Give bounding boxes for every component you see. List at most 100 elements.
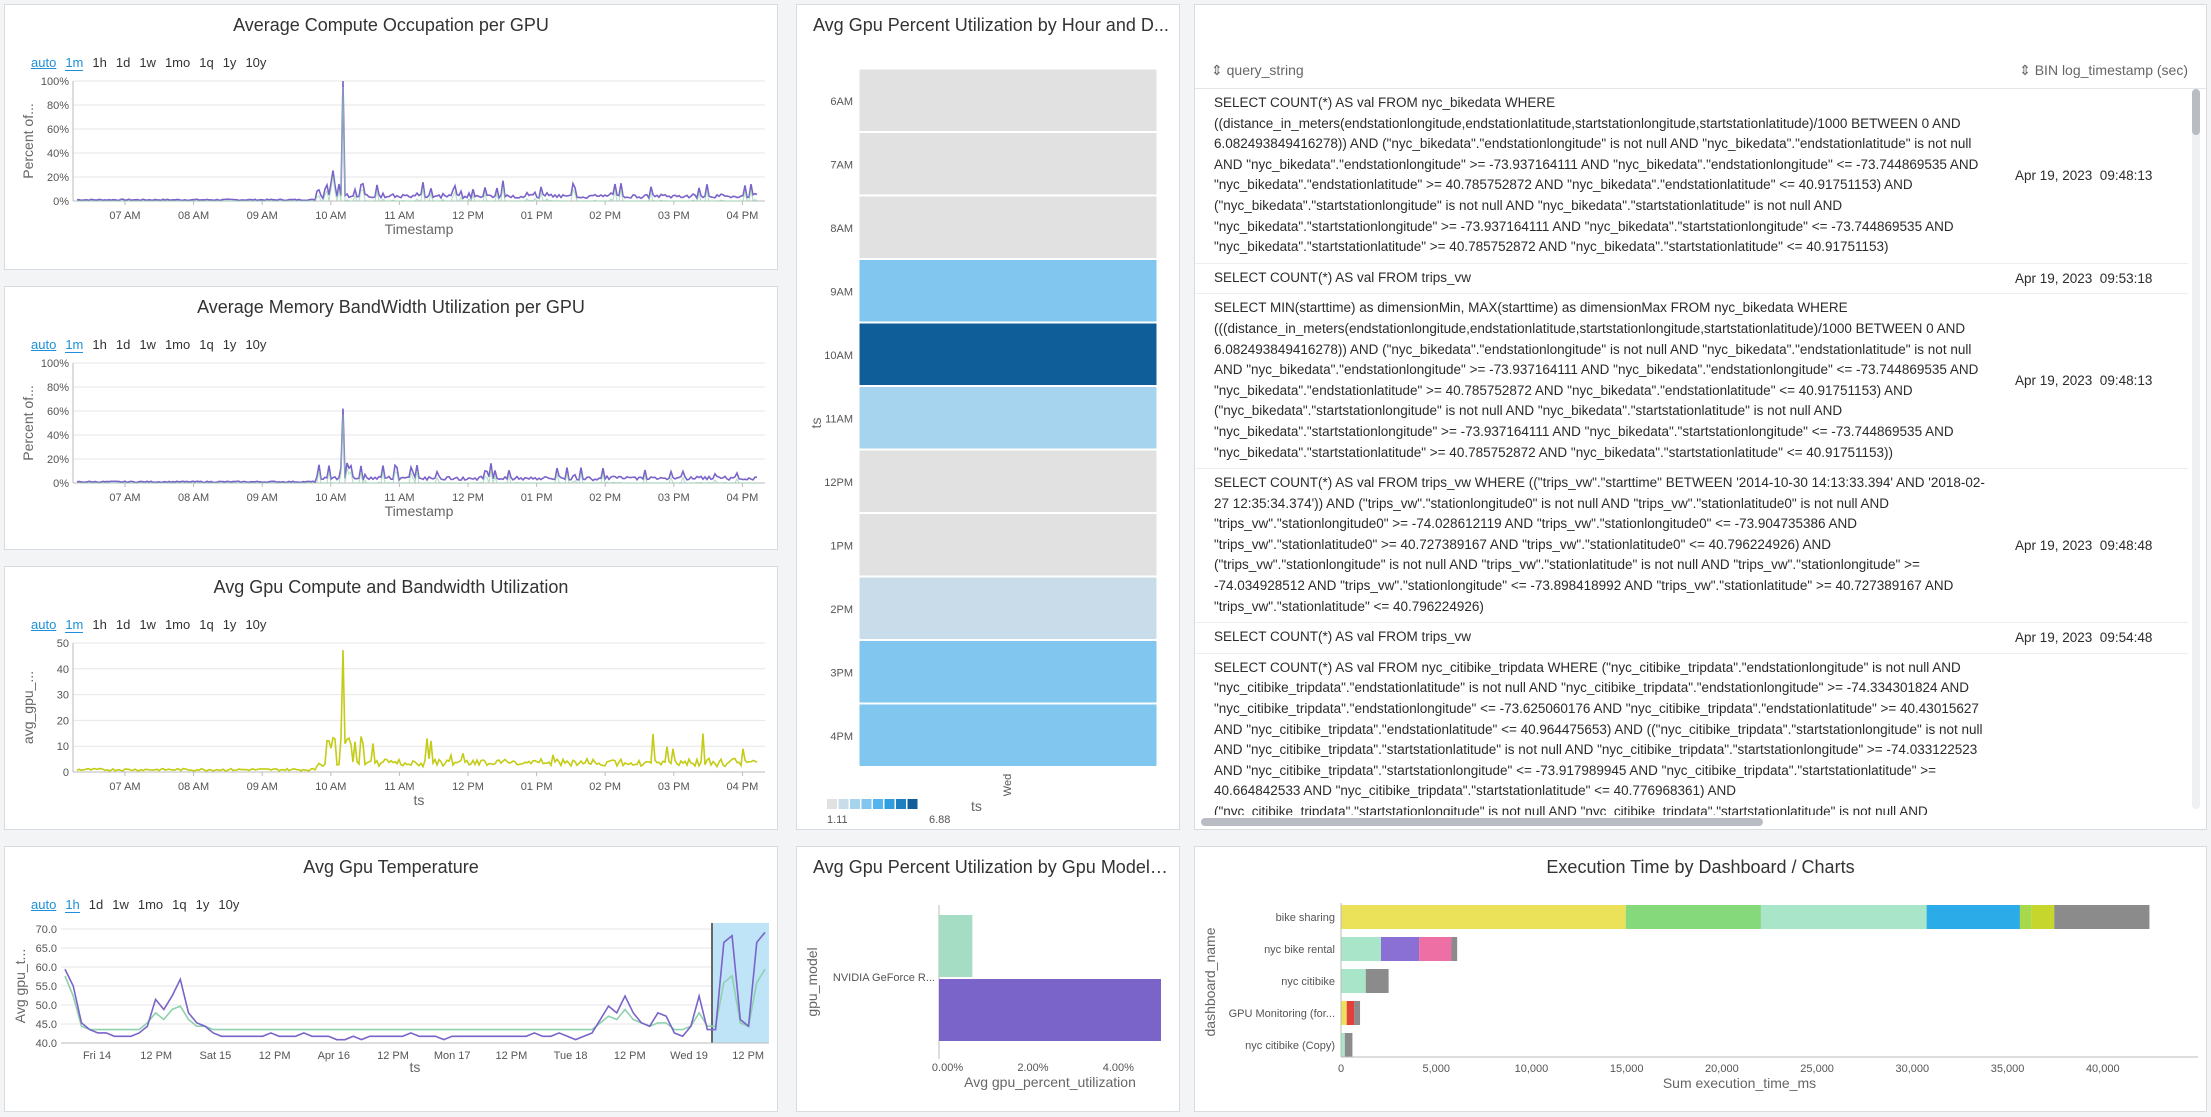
heatmap-cell[interactable]: [858, 513, 1158, 577]
y-tick-label: nyc citibike: [1281, 976, 1335, 988]
y-tick-label: 30: [57, 690, 69, 702]
temperature-panel: Avg Gpu Temperature auto 1h 1d 1w 1mo 1q 1y 10y…: [4, 846, 778, 1112]
bar-segment[interactable]: [1380, 937, 1420, 961]
y-tick-label: bike sharing: [1276, 912, 1335, 924]
x-tick-label: 0.00%: [932, 1062, 963, 1074]
x-tick-label: 04 PM: [727, 492, 759, 504]
bar-segment[interactable]: [1341, 1033, 1345, 1057]
heatmap-panel: Avg Gpu Percent Utilization by Hour and …: [796, 4, 1180, 830]
y-tick-label: 7AM: [830, 159, 853, 171]
heatmap-cell[interactable]: [858, 449, 1158, 513]
bar[interactable]: [939, 979, 1161, 1041]
execution-time-panel: Execution Time by Dashboard / Charts bik…: [1194, 846, 2207, 1112]
y-tick-label: NVIDIA GeForce R...: [833, 972, 935, 984]
x-tick-label: Wed: [1002, 774, 1014, 796]
x-tick-label: 01 PM: [521, 210, 553, 222]
y-tick-label: 45.0: [36, 1019, 57, 1031]
table-row[interactable]: SELECT COUNT(*) AS val FROM nyc_citibike…: [1195, 654, 2188, 815]
heatmap-cell[interactable]: [858, 259, 1158, 323]
heatmap-cell[interactable]: [858, 576, 1158, 640]
x-tick-label: 02 PM: [589, 210, 621, 222]
bar-segment[interactable]: [1760, 905, 1927, 929]
y-tick-label: 50: [57, 638, 69, 650]
heatmap-cell[interactable]: [858, 195, 1158, 259]
heatmap-cell[interactable]: [858, 703, 1158, 767]
bar-segment[interactable]: [1341, 937, 1381, 961]
bar-segment[interactable]: [1341, 969, 1366, 993]
y-tick-label: 0%: [53, 196, 69, 208]
query-cell: SELECT MIN(starttime) as dimensionMin, M…: [1214, 300, 1979, 460]
y-tick-label: 0: [63, 767, 69, 779]
heatmap-cell[interactable]: [858, 68, 1158, 132]
heatmap-cell[interactable]: [858, 322, 1158, 386]
vertical-scrollbar[interactable]: [2192, 89, 2200, 809]
x-tick-label: 04 PM: [727, 210, 759, 222]
timestamp-cell: Apr 19, 2023 09:54:48: [2015, 630, 2153, 646]
y-tick-label: 20%: [47, 454, 69, 466]
x-tick-label: 12 PM: [732, 1050, 764, 1062]
bar-segment[interactable]: [1926, 905, 2020, 929]
x-axis-title: Timestamp: [385, 221, 454, 237]
y-tick-label: 100%: [41, 358, 69, 370]
bar-segment[interactable]: [1451, 937, 1458, 961]
y-tick-label: 3PM: [830, 667, 853, 679]
heatmap-chart[interactable]: 6AM 7AM 8AM 9AM 10AM 11AM 12PM 1PM 2PM 3PM 4PM ts We…: [797, 5, 1180, 830]
x-tick-label: 07 AM: [109, 781, 140, 793]
x-tick-label: 2.00%: [1017, 1062, 1048, 1074]
bar-segment[interactable]: [2031, 905, 2055, 929]
bar-segment[interactable]: [1344, 1033, 1353, 1057]
y-tick-label: nyc citibike (Copy): [1245, 1040, 1335, 1052]
bar-segment[interactable]: [1419, 937, 1452, 961]
legend-swatch: [838, 799, 849, 809]
y-tick-label: GPU Monitoring (for...: [1229, 1008, 1335, 1020]
memory-chart[interactable]: 100%80%60%40%20%0%07 AM 08 AM 09 AM 10 AM 11…: [5, 287, 778, 550]
gpu-model-chart[interactable]: NVIDIA GeForce R... 0.00% 2.00% 4.00%Avg gp…: [797, 847, 1180, 1112]
x-tick-label: Apr 16: [318, 1050, 350, 1062]
y-axis-title: gpu_model: [804, 947, 820, 1016]
table-row[interactable]: SELECT MIN(starttime) as dimensionMin, M…: [1195, 294, 2188, 470]
y-axis-title: Percent of...: [20, 385, 36, 460]
bar-segment[interactable]: [1346, 1001, 1355, 1025]
y-tick-label: 0%: [53, 478, 69, 490]
heatmap-cell[interactable]: [858, 386, 1158, 450]
legend-swatch: [884, 799, 895, 809]
vertical-scroll-thumb[interactable]: [2192, 89, 2200, 135]
x-tick-label: 08 AM: [178, 210, 209, 222]
compute-bandwidth-chart[interactable]: 50 40 30 20 10 0 07 AM 08 AM 09 AM 10 AM 11 AM 12 P…: [5, 567, 778, 830]
table-row[interactable]: SELECT COUNT(*) AS val FROM trips_vw Apr …: [1195, 623, 2188, 654]
y-tick-label: 1PM: [830, 540, 853, 552]
execution-time-chart[interactable]: bike sharing nyc bike rental nyc citibike G…: [1195, 847, 2207, 1112]
heatmap-cell[interactable]: [858, 132, 1158, 196]
series-line: [76, 650, 758, 772]
horizontal-scrollbar[interactable]: [1201, 818, 1763, 826]
temperature-chart[interactable]: 70.0 65.0 60.0 55.0 50.0 45.0 40.0 Fri 14 12 PM S…: [5, 847, 778, 1112]
column-header-query[interactable]: ⇕ query_string: [1211, 62, 1304, 79]
bar[interactable]: [939, 915, 973, 977]
y-tick-label: 20: [57, 715, 69, 727]
x-tick-label: 08 AM: [178, 492, 209, 504]
bar-segment[interactable]: [2054, 905, 2150, 929]
bar-segment[interactable]: [1341, 1001, 1347, 1025]
timestamp-cell: Apr 19, 2023 09:48:13: [2015, 373, 2153, 389]
column-header-timestamp[interactable]: ⇕ BIN log_timestamp (sec): [2019, 62, 2188, 79]
x-tick-label: Tue 18: [554, 1050, 588, 1062]
x-tick-label: 40,000: [2086, 1063, 2120, 1075]
bar-segment[interactable]: [1354, 1001, 1361, 1025]
table-row[interactable]: SELECT COUNT(*) AS val FROM trips_vw WHE…: [1195, 469, 2188, 624]
y-tick-label: 40: [57, 664, 69, 676]
heatmap-cell[interactable]: [858, 640, 1158, 704]
bar-segment[interactable]: [1625, 905, 1761, 929]
compute-chart[interactable]: 100%80%60%40%20%0%07 AM 08 AM 09 AM 10 AM 11…: [5, 5, 778, 270]
table-row[interactable]: SELECT COUNT(*) AS val FROM nyc_bikedata…: [1195, 89, 2188, 264]
bar-segment[interactable]: [1365, 969, 1389, 993]
x-axis-title: ts: [410, 1059, 421, 1075]
x-tick-label: 12 PM: [452, 210, 484, 222]
y-tick-label: 55.0: [36, 981, 57, 993]
bar-segment[interactable]: [1341, 905, 1626, 929]
table-row[interactable]: SELECT COUNT(*) AS val FROM trips_vw Apr …: [1195, 264, 2188, 295]
x-axis-title: Avg gpu_percent_utilization: [964, 1074, 1136, 1090]
x-tick-label: 10 AM: [315, 210, 346, 222]
y-tick-label: 100%: [41, 76, 69, 88]
y-tick-label: 8AM: [830, 223, 853, 235]
bar-segment[interactable]: [2019, 905, 2032, 929]
